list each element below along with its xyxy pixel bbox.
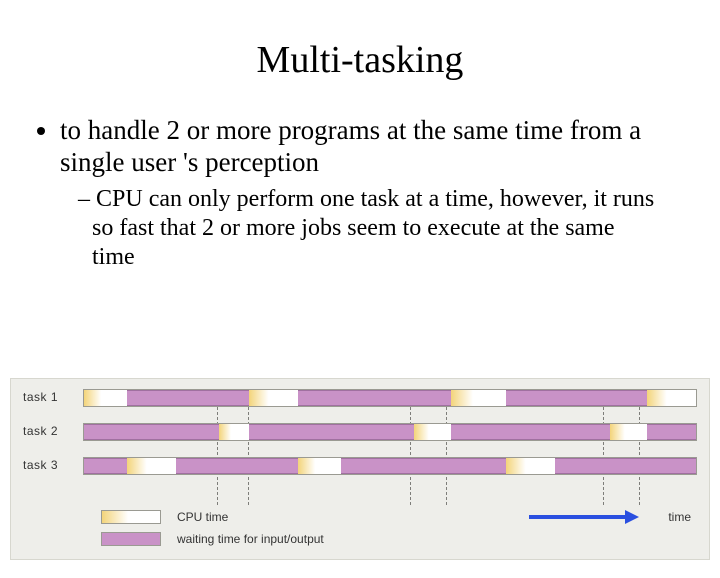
task-bar — [83, 457, 697, 475]
segment-cpu — [127, 458, 176, 474]
bullet-main-text: to handle 2 or more programs at the same… — [60, 115, 641, 177]
context-switch-line — [446, 397, 447, 505]
segment-cpu — [506, 458, 555, 474]
task-label: task 3 — [23, 458, 75, 472]
task-row: task 2 — [23, 423, 697, 443]
legend-cpu-label: CPU time — [177, 510, 228, 524]
segment-cpu — [84, 390, 127, 406]
segment-wait — [341, 458, 506, 474]
segment-cpu — [414, 424, 451, 440]
bullet-main: to handle 2 or more programs at the same… — [60, 114, 660, 273]
context-switch-line — [410, 397, 411, 505]
context-switch-line — [603, 397, 604, 505]
context-switch-line — [639, 397, 640, 505]
segment-wait — [451, 424, 610, 440]
legend-wait: waiting time for input/output — [101, 528, 709, 550]
segment-cpu — [610, 424, 647, 440]
timing-diagram: task 1 task 2 task 3 CPU time waiting ti… — [10, 378, 710, 560]
sub-bullet-list: CPU can only perform one task at a time,… — [60, 185, 660, 273]
task-row: task 3 — [23, 457, 697, 477]
context-switch-line — [248, 397, 249, 505]
segment-wait — [84, 424, 219, 440]
time-axis-label: time — [668, 510, 691, 524]
task-bar — [83, 423, 697, 441]
time-arrow-icon — [529, 510, 639, 524]
segment-cpu — [298, 458, 341, 474]
task-rows: task 1 task 2 task 3 — [23, 389, 697, 504]
swatch-cpu — [101, 510, 161, 524]
task-label: task 2 — [23, 424, 75, 438]
task-label: task 1 — [23, 390, 75, 404]
task-bar — [83, 389, 697, 407]
context-switch-lines — [85, 397, 687, 505]
legend: CPU time waiting time for input/output t… — [101, 506, 709, 556]
segment-wait — [84, 458, 127, 474]
segment-wait — [249, 424, 414, 440]
segment-wait — [647, 424, 696, 440]
swatch-wait — [101, 532, 161, 546]
segment-cpu — [647, 390, 696, 406]
segment-cpu — [451, 390, 506, 406]
segment-wait — [176, 458, 298, 474]
segment-cpu — [219, 424, 250, 440]
task-row: task 1 — [23, 389, 697, 409]
segment-wait — [298, 390, 451, 406]
segment-cpu — [249, 390, 298, 406]
segment-wait — [127, 390, 249, 406]
segment-wait — [555, 458, 696, 474]
slide: Multi-tasking to handle 2 or more progra… — [0, 38, 720, 578]
legend-wait-label: waiting time for input/output — [177, 532, 324, 546]
slide-title: Multi-tasking — [0, 38, 720, 82]
segment-wait — [506, 390, 647, 406]
bullet-list: to handle 2 or more programs at the same… — [60, 114, 720, 273]
bullet-sub-text: CPU can only perform one task at a time,… — [78, 185, 660, 273]
context-switch-line — [217, 397, 218, 505]
